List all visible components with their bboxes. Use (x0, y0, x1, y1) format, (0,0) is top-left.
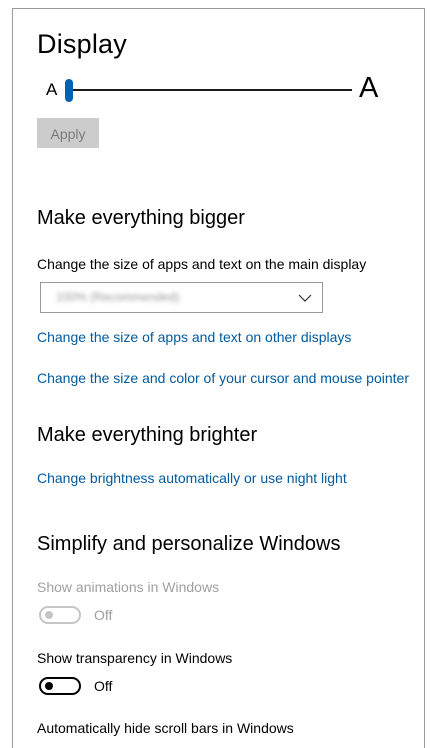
bigger-heading: Make everything bigger (37, 207, 245, 229)
scale-dropdown-value: 100% (Recommended) (56, 290, 180, 304)
settings-panel: Display A A Apply Make everything bigger… (12, 8, 425, 748)
animations-toggle[interactable] (39, 606, 81, 624)
toggle-knob (45, 611, 53, 619)
scale-description: Change the size of apps and text on the … (37, 256, 367, 272)
apply-button[interactable]: Apply (37, 118, 99, 148)
scale-dropdown[interactable]: 100% (Recommended) (40, 282, 323, 313)
simplify-heading: Simplify and personalize Windows (37, 533, 341, 555)
animations-label: Show animations in Windows (37, 579, 220, 595)
link-cursor-settings[interactable]: Change the size and color of your cursor… (37, 370, 409, 386)
animations-state: Off (94, 607, 113, 623)
transparency-label: Show transparency in Windows (37, 650, 233, 666)
text-size-large-label: A (359, 72, 379, 104)
text-size-small-label: A (46, 80, 58, 99)
link-brightness[interactable]: Change brightness automatically or use n… (37, 470, 347, 486)
text-size-slider-thumb[interactable] (65, 79, 73, 102)
chevron-down-icon (298, 294, 312, 302)
scrollbars-label: Automatically hide scroll bars in Window… (37, 720, 294, 736)
page-title: Display (37, 29, 127, 59)
brighter-heading: Make everything brighter (37, 424, 258, 446)
transparency-toggle[interactable] (39, 677, 81, 695)
text-size-slider-track[interactable] (73, 89, 352, 91)
toggle-knob (45, 682, 53, 690)
link-other-displays[interactable]: Change the size of apps and text on othe… (37, 329, 351, 345)
transparency-state: Off (94, 678, 113, 694)
